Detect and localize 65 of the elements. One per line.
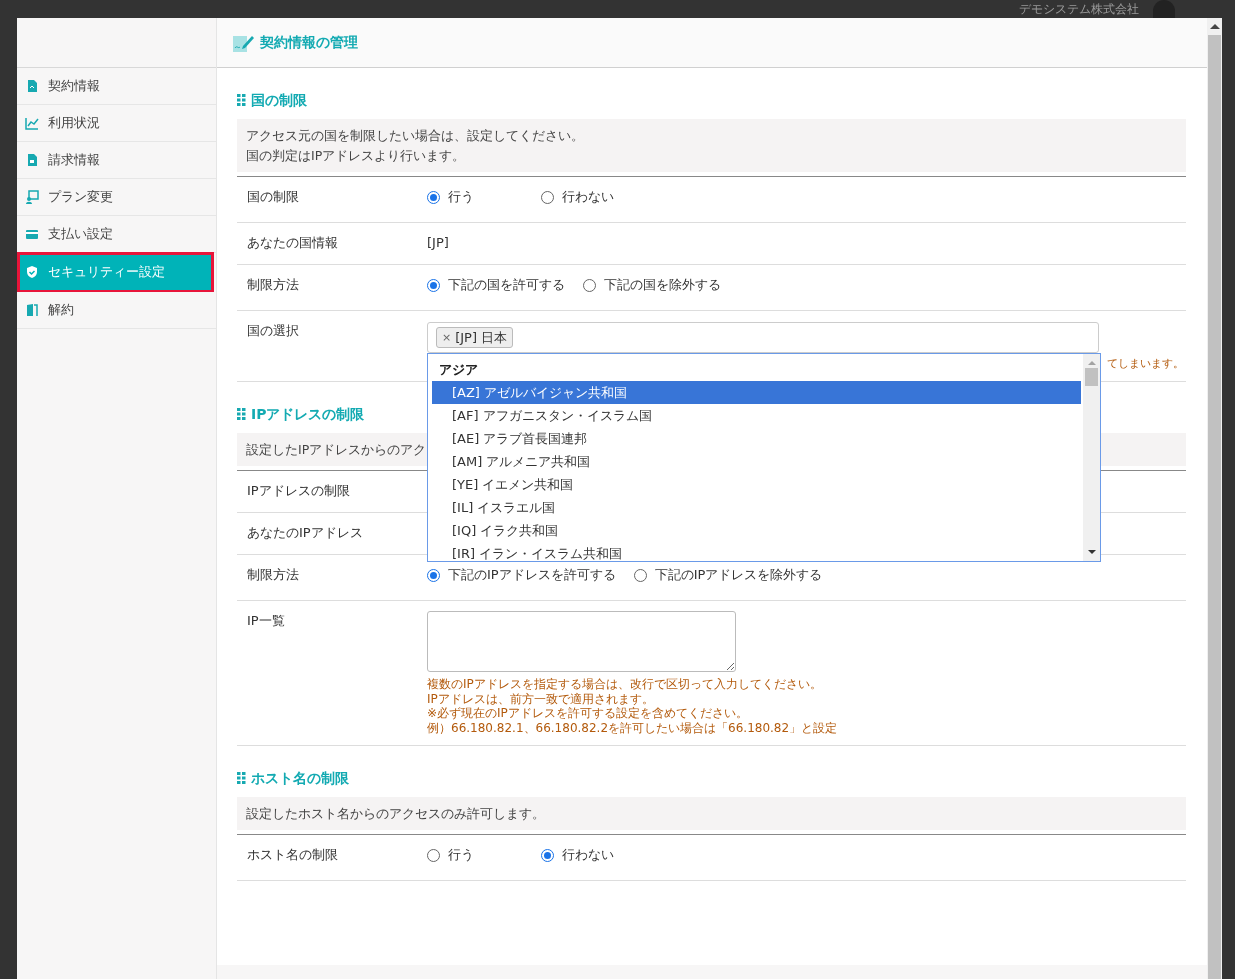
field-label: 国の選択 [246, 322, 300, 340]
radio-label[interactable]: 行わない [562, 847, 614, 863]
help-text: IPアドレスは、前方一致で適用されます。 [427, 691, 655, 706]
radio-button[interactable] [427, 568, 440, 582]
radio-button[interactable] [583, 278, 596, 292]
field-label: IPアドレスの制限 [246, 482, 351, 500]
door-icon [25, 303, 39, 317]
section-title: 国の制限 [251, 91, 307, 109]
field-label: 制限方法 [246, 566, 300, 584]
scrollbar[interactable] [1083, 354, 1100, 561]
credit-card-icon [25, 227, 39, 241]
help-text: 例）66.180.82.1、66.180.82.2を許可したい場合は「66.180.82」と設定 [427, 720, 839, 735]
radio-label[interactable]: 行う [448, 189, 474, 205]
radio-button[interactable] [541, 190, 554, 204]
ip-list-field[interactable] [427, 611, 736, 672]
radio-label[interactable]: 下記のIPアドレスを除外する [654, 567, 823, 583]
description-text: 設定したIPアドレスからのアク [246, 441, 428, 458]
radio-button[interactable] [427, 190, 440, 204]
grip-icon [237, 94, 246, 106]
shield-icon [25, 265, 39, 279]
remove-icon[interactable]: × [442, 329, 452, 346]
radio-label[interactable]: 下記のIPアドレスを許可する [448, 567, 616, 583]
grip-icon [237, 772, 246, 784]
page-title: 契約情報の管理 [260, 33, 358, 52]
field-label: あなたのIPアドレス [246, 524, 364, 542]
field-label: 国の制限 [246, 188, 300, 206]
description-text: アクセス元の国を制限したい場合は、設定してください。 [246, 127, 585, 144]
dropdown-option[interactable]: [AE] アラブ首長国連邦 [432, 427, 1081, 450]
field-value: [JP] [427, 234, 450, 251]
dropdown-option[interactable]: [IQ] イラク共和国 [432, 519, 1081, 542]
avatar-icon [1153, 0, 1175, 18]
company-name: デモシステム株式会社 [1019, 2, 1139, 16]
presentation-icon [25, 190, 39, 204]
field-label: あなたの国情報 [246, 234, 339, 252]
document-icon [25, 153, 39, 167]
radio-label[interactable]: 下記の国を除外する [604, 277, 721, 293]
radio-label[interactable]: 行う [448, 847, 474, 863]
note-text: てしまいます。 [1107, 357, 1184, 371]
radio-label[interactable]: 行わない [562, 189, 614, 205]
option-group-label: アジア [438, 361, 479, 379]
scrollbar[interactable] [1207, 18, 1222, 979]
selected-tag[interactable]: × [JP] 日本 [436, 327, 514, 348]
grip-icon [237, 408, 246, 420]
field-label: IP一覧 [246, 612, 286, 630]
dropdown-option[interactable]: [YE] イエメン共和国 [432, 473, 1081, 496]
dropdown-option[interactable]: [AF] アフガニスタン・イスラム国 [432, 404, 1081, 427]
radio-button[interactable] [427, 848, 440, 862]
field-label: 制限方法 [246, 276, 300, 294]
dropdown-option[interactable]: [IL] イスラエル国 [432, 496, 1081, 519]
section-title: ホスト名の制限 [251, 769, 349, 787]
radio-button[interactable] [541, 848, 554, 862]
radio-label[interactable]: 下記の国を許可する [448, 277, 565, 293]
help-text: ※必ず現在のIPアドレスを許可する設定を含めてください。 [427, 706, 749, 721]
description-text: 国の判定はIPアドレスより行います。 [246, 147, 467, 164]
description-text: 設定したホスト名からのアクセスのみ許可します。 [246, 805, 546, 822]
radio-button[interactable] [633, 568, 647, 582]
dropdown-option[interactable]: [IR] イラン・イスラム共和国 [432, 542, 1081, 561]
field-label: ホスト名の制限 [246, 846, 339, 864]
dropdown-option[interactable]: [AM] アルメニア共和国 [432, 450, 1081, 473]
document-icon [25, 79, 39, 93]
radio-button[interactable] [427, 278, 440, 292]
help-text: 複数のIPアドレスを指定する場合は、改行で区切って入力してください。 [427, 677, 823, 692]
section-title: IPアドレスの制限 [251, 405, 365, 423]
dropdown-option[interactable]: [AZ] アゼルバイジャン共和国 [432, 381, 1081, 404]
chart-icon [25, 116, 39, 130]
